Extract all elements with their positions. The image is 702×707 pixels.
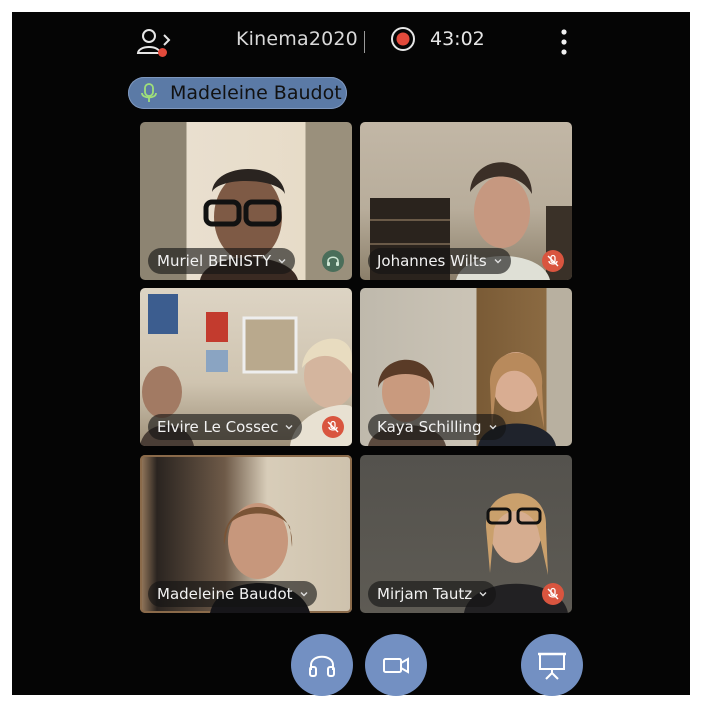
muted-badge: [542, 250, 564, 272]
users-button[interactable]: [136, 26, 176, 62]
screen-share-icon: [538, 652, 566, 680]
camera-button[interactable]: [365, 634, 427, 696]
video-tile[interactable]: Madeleine Baudot: [140, 455, 352, 613]
title-separator: [364, 31, 365, 53]
chevron-down-icon: [278, 259, 286, 264]
participant-name-tag[interactable]: Madeleine Baudot: [148, 581, 317, 607]
mic-off-icon: [547, 254, 559, 267]
mic-off-icon: [547, 587, 559, 600]
mic-off-icon: [327, 420, 339, 433]
headphones-icon: [309, 655, 335, 677]
room-title: Kinema2020: [236, 28, 358, 50]
participant-name: Johannes Wilts: [377, 252, 487, 270]
participant-name-tag[interactable]: Kaya Schilling: [368, 414, 506, 440]
muted-badge: [542, 583, 564, 605]
listen-only-badge: [322, 250, 344, 272]
record-icon[interactable]: [390, 26, 416, 52]
top-bar: Kinema2020 43:02: [12, 12, 690, 70]
video-tile[interactable]: Mirjam Tautz: [360, 455, 572, 613]
participant-name: Muriel BENISTY: [157, 252, 272, 270]
headphones-icon: [327, 256, 339, 266]
video-tile[interactable]: Johannes Wilts: [360, 122, 572, 280]
participant-name: Madeleine Baudot: [157, 585, 293, 603]
chevron-down-icon: [489, 425, 497, 430]
participant-name: Kaya Schilling: [377, 418, 482, 436]
active-speaker-name: Madeleine Baudot: [170, 82, 342, 104]
participant-name-tag[interactable]: Muriel BENISTY: [148, 248, 296, 274]
chevron-down-icon: [300, 592, 308, 597]
participant-name-tag[interactable]: Elvire Le Cossec: [148, 414, 303, 440]
active-speaker-indicator: Madeleine Baudot: [128, 77, 347, 109]
muted-badge: [322, 416, 344, 438]
participant-name: Mirjam Tautz: [377, 585, 473, 603]
users-icon: [136, 29, 171, 54]
video-tile[interactable]: Elvire Le Cossec: [140, 288, 352, 446]
participant-name: Elvire Le Cossec: [157, 418, 279, 436]
participant-name-tag[interactable]: Mirjam Tautz: [368, 581, 497, 607]
video-tile[interactable]: Muriel BENISTY: [140, 122, 352, 280]
microphone-icon: [141, 83, 157, 102]
video-tile[interactable]: Kaya Schilling: [360, 288, 572, 446]
more-icon[interactable]: [552, 26, 576, 58]
recording-timer: 43:02: [430, 28, 485, 50]
chevron-down-icon: [285, 425, 293, 430]
participant-name-tag[interactable]: Johannes Wilts: [368, 248, 511, 274]
notification-dot: [158, 48, 167, 57]
audio-button[interactable]: [291, 634, 353, 696]
screen-share-button[interactable]: [521, 634, 583, 696]
camera-icon: [383, 657, 409, 674]
chevron-down-icon: [479, 592, 487, 597]
conference-screen: Kinema2020 43:02 Madeleine Baudot Muriel…: [12, 12, 690, 696]
chevron-down-icon: [494, 259, 502, 264]
